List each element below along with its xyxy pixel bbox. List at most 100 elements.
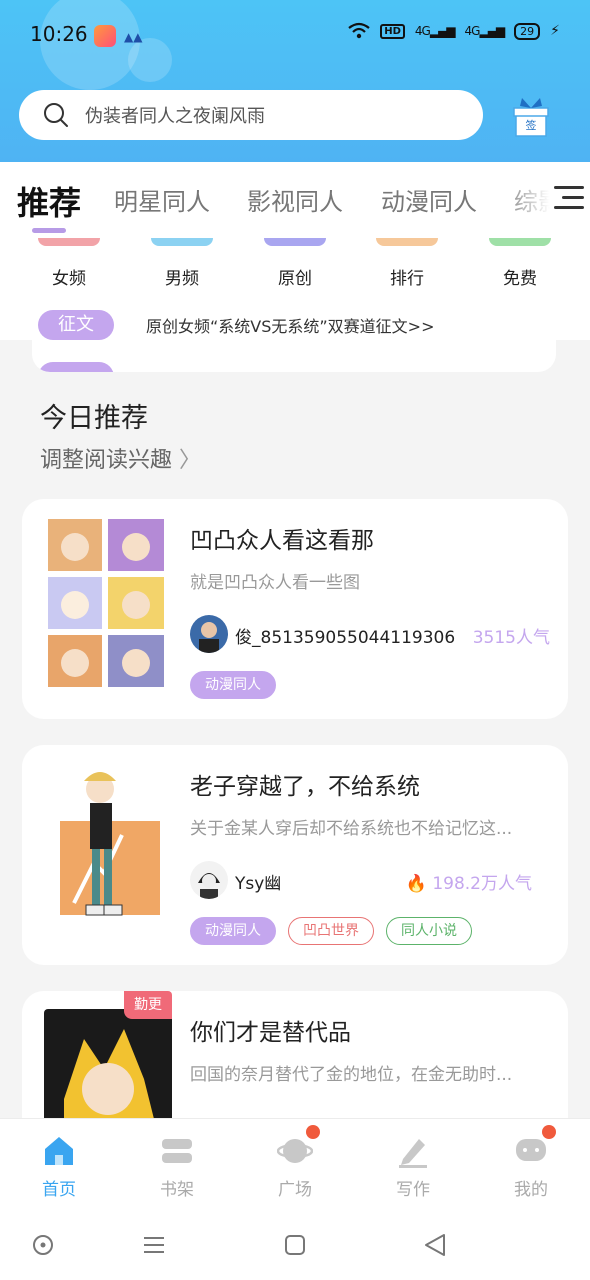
assistant-button-icon[interactable] [32, 1234, 54, 1256]
tag[interactable]: 动漫同人 [190, 671, 276, 699]
status-bar: 10:26 ▲▲ HD 4G▂▄▆ 4G▂▄▆ 29 ⚡ [0, 0, 590, 70]
app-notification-icon [94, 25, 116, 47]
tag-list: 动漫同人 凹凸世界 同人小说 [190, 917, 472, 945]
category-label: 男频 [165, 269, 199, 289]
category-tabs: 推荐 明星同人 影视同人 动漫同人 综影 [0, 162, 590, 238]
gift-label: 签 [526, 118, 537, 132]
network-label: 4G [414, 24, 431, 38]
category-icon [264, 238, 326, 246]
book-cover [44, 517, 172, 689]
book-title: 老子穿越了，不给系统 [190, 774, 420, 800]
search-bar[interactable]: 伪装者同人之夜阑风雨 [19, 90, 483, 140]
author-row: 俊_851359055044119306 3515人气 [190, 615, 550, 655]
book-cover [44, 1009, 172, 1118]
wifi-icon [348, 22, 370, 39]
author-name[interactable]: Ysy幽 [235, 869, 281, 894]
tag[interactable]: 凹凸世界 [288, 917, 374, 945]
author-row: Ysy幽 🔥 198.2万人气 [190, 861, 550, 901]
nav-label: 首页 [42, 1180, 76, 1200]
category-label: 原创 [278, 269, 312, 289]
planet-icon [277, 1139, 313, 1163]
avatar[interactable] [190, 861, 228, 899]
hd-icon: HD [380, 23, 405, 39]
chat-icon [516, 1139, 546, 1161]
section-title: 今日推荐 [40, 403, 148, 434]
category-icon [376, 238, 438, 246]
flame-icon: 🔥 [405, 874, 427, 894]
book-card[interactable]: 凹凸众人看这看那 就是凹凸众人看一些图 俊_851359055044119306… [22, 499, 568, 719]
category-label: 免费 [503, 269, 537, 289]
bookshelf-icon [162, 1139, 192, 1163]
category-free[interactable]: 免费 [480, 238, 560, 289]
nav-label: 广场 [278, 1180, 312, 1200]
category-icon [38, 238, 100, 246]
tab-anime-fanfic[interactable]: 动漫同人 [381, 182, 477, 217]
bird-notification-icon: ▲▲ [124, 30, 143, 44]
charging-icon: ⚡ [550, 23, 560, 39]
status-icons: HD 4G▂▄▆ 4G▂▄▆ 29 ⚡ [348, 22, 560, 40]
home-icon [45, 1137, 73, 1165]
tab-celebrity-fanfic[interactable]: 明星同人 [114, 182, 210, 217]
book-card[interactable]: 老子穿越了，不给系统 关于金某人穿后却不给系统也不给记忆这... Ysy幽 🔥 … [22, 745, 568, 965]
bottom-nav: 首页 书架 广场 写作 我的 [0, 1118, 590, 1214]
status-time: 10:26 [30, 22, 88, 46]
tab-film-fanfic[interactable]: 影视同人 [247, 182, 343, 217]
back-button-icon[interactable] [424, 1233, 446, 1257]
network-label: 4G [464, 24, 481, 38]
category-icon [151, 238, 213, 246]
menu-icon[interactable] [554, 186, 584, 214]
avatar[interactable] [190, 615, 228, 653]
book-title: 你们才是替代品 [190, 1020, 351, 1046]
nav-label: 书架 [160, 1180, 194, 1200]
notice-banner[interactable]: 征文 原创女频“系统VS无系统”双赛道征文>> [32, 300, 556, 372]
author-name[interactable]: 俊_851359055044119306 [235, 623, 455, 648]
book-description: 回国的奈月替代了金的地位，在金无助时... [190, 1065, 513, 1085]
search-placeholder: 伪装者同人之夜阑风雨 [85, 106, 265, 127]
tag[interactable]: 同人小说 [386, 917, 472, 945]
adjust-interest-link[interactable]: 调整阅读兴趣 〉 [40, 442, 201, 474]
tag-list: 动漫同人 [190, 671, 276, 699]
notice-text: 原创女频“系统VS无系统”双赛道征文>> [146, 317, 435, 336]
book-description: 就是凹凸众人看一些图 [190, 573, 360, 593]
notification-dot [306, 1125, 320, 1139]
category-label: 女频 [52, 269, 86, 289]
tag[interactable]: 动漫同人 [190, 917, 276, 945]
notice-pill: 征文 [38, 310, 114, 340]
notification-dot [542, 1125, 556, 1139]
category-male[interactable]: 男频 [142, 238, 222, 289]
nav-write[interactable]: 写作 [373, 1133, 453, 1200]
nav-plaza[interactable]: 广场 [255, 1133, 335, 1200]
book-title: 凹凸众人看这看那 [190, 528, 374, 554]
search-icon [44, 103, 68, 127]
category-label: 排行 [390, 269, 424, 289]
tab-recommend[interactable]: 推荐 [17, 178, 81, 224]
home-button-icon[interactable] [284, 1234, 306, 1256]
system-nav-bar [0, 1214, 590, 1280]
nav-bookshelf[interactable]: 书架 [137, 1133, 217, 1200]
popularity-count: 🔥 198.2万人气 [406, 869, 532, 894]
category-icon [489, 238, 551, 246]
menu-button-icon[interactable] [143, 1236, 165, 1254]
battery-icon: 29 [514, 22, 541, 40]
signal-icon: 4G▂▄▆ [414, 24, 456, 38]
update-badge: 勤更 [124, 991, 172, 1019]
category-female[interactable]: 女频 [29, 238, 109, 289]
active-tab-indicator [32, 228, 66, 233]
pen-icon [399, 1139, 427, 1168]
nav-home[interactable]: 首页 [19, 1133, 99, 1200]
book-description: 关于金某人穿后却不给系统也不给记忆这... [190, 819, 513, 839]
adjust-interest-label: 调整阅读兴趣 [40, 448, 173, 473]
book-card[interactable]: 勤更 你们才是替代品 回国的奈月替代了金的地位，在金无助时... [22, 991, 568, 1118]
popularity-count: 3515人气 [472, 628, 550, 648]
signal-icon: 4G▂▄▆ [464, 24, 506, 38]
nav-label: 写作 [396, 1180, 430, 1200]
nav-label: 我的 [514, 1180, 548, 1200]
notice-pill-next [38, 362, 114, 372]
category-ranking[interactable]: 排行 [367, 238, 447, 289]
book-cover [44, 763, 172, 935]
nav-me[interactable]: 我的 [491, 1133, 571, 1200]
popularity-value: 198.2万人气 [432, 874, 532, 894]
category-original[interactable]: 原创 [255, 238, 335, 289]
chevron-right-icon: 〉 [179, 448, 202, 473]
checkin-gift-icon[interactable]: 签 [508, 96, 554, 138]
